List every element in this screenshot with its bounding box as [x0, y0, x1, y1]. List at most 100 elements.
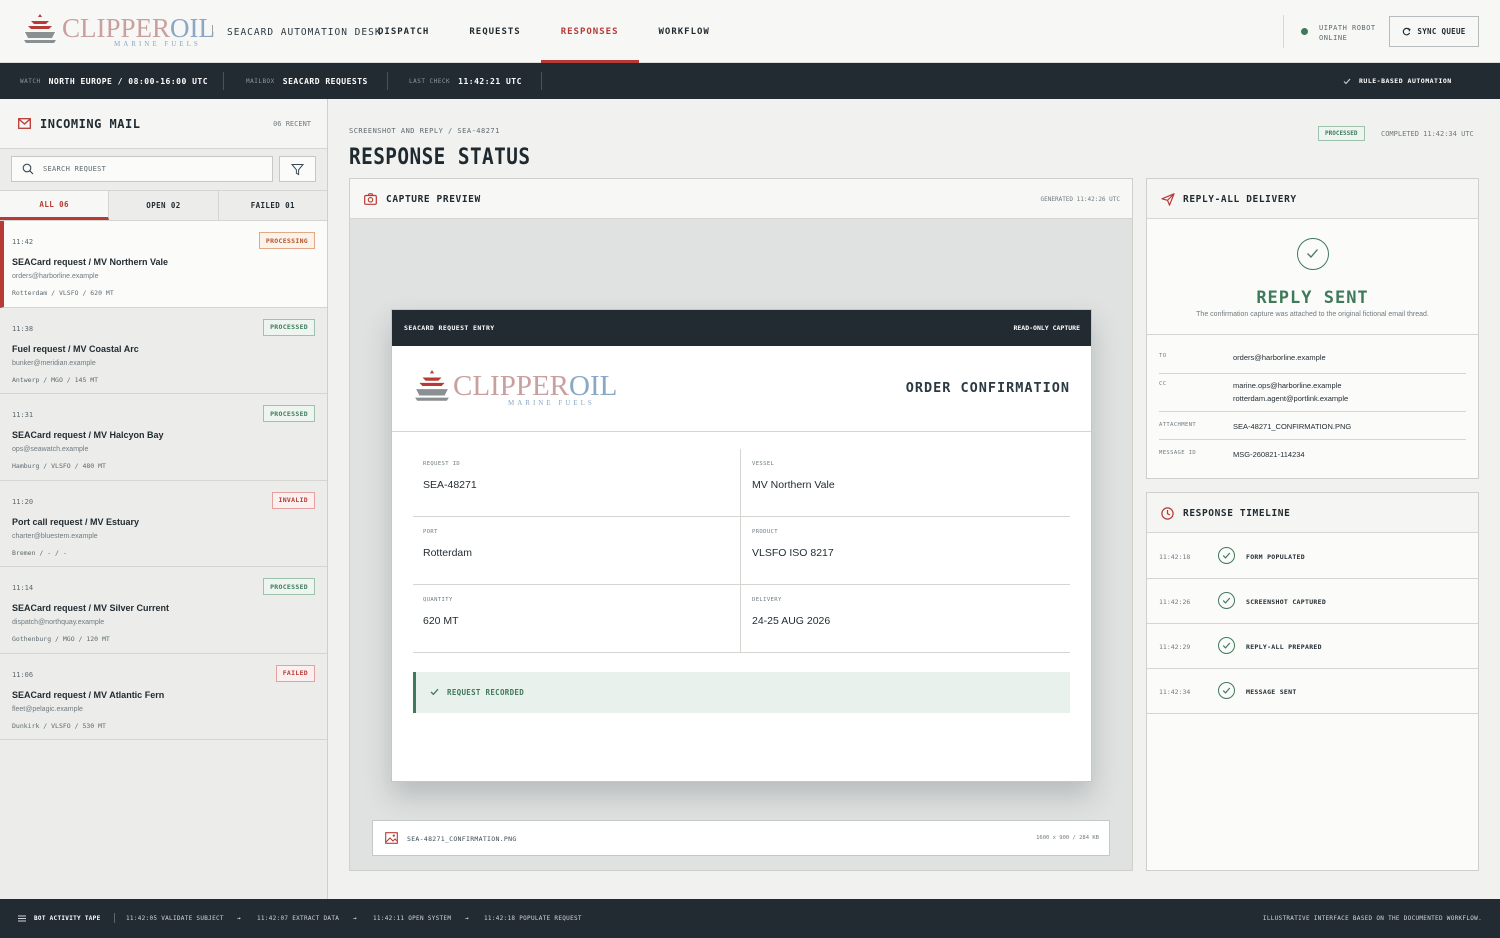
mail-subject: SEACard request / MV Halcyon Bay — [12, 430, 164, 440]
timeline-time: 11:42:29 — [1159, 643, 1191, 651]
nav-requests[interactable]: REQUESTS — [449, 0, 540, 63]
search-input[interactable]: SEARCH REQUEST — [11, 156, 273, 182]
mail-subject: SEACard request / MV Silver Current — [12, 603, 170, 613]
desk-title: SEACARD AUTOMATION DESK — [227, 27, 382, 38]
mailbox-key: MAILBOX — [246, 77, 275, 85]
send-icon — [1161, 193, 1175, 206]
capture-divider — [392, 431, 1091, 432]
timeline-time: 11:42:18 — [1159, 553, 1191, 561]
clipper-oil-logo[interactable]: CLIPPEROIL MARINE FUELS — [22, 12, 215, 50]
watch-segment: WATCH NORTH EUROPE / 08:00-16:00 UTC — [20, 63, 208, 99]
header-divider — [1283, 15, 1284, 48]
mail-time: 11:14 — [12, 584, 34, 592]
sent-check-icon — [1297, 238, 1329, 270]
detail-cc: CC marine.ops@harborline.example rotterda… — [1159, 381, 1466, 412]
mail-meta: Gothenburg / MGO / 120 MT — [12, 635, 110, 643]
cc-address: marine.ops@harborline.example — [1233, 381, 1342, 390]
reply-all-delivery-card: REPLY-ALL DELIVERY REPLY SENT The confir… — [1146, 178, 1479, 479]
mail-sender: ops@seawatch.example — [12, 446, 89, 453]
capture-preview-title: CAPTURE PREVIEW — [386, 194, 481, 205]
mail-item[interactable]: 11:38 PROCESSED Fuel request / MV Coasta… — [0, 308, 327, 394]
mail-icon — [18, 118, 31, 129]
field-delivery: DELIVERY 24-25 AUG 2026 — [742, 585, 1070, 652]
brand-subtitle: MARINE FUELS — [508, 399, 595, 407]
automation-mode-label: RULE-BASED AUTOMATION — [1359, 77, 1452, 85]
field-value: 620 MT — [423, 615, 459, 627]
mail-sender: dispatch@northquay.example — [12, 619, 105, 626]
brand-clipper-text: CLIPPER — [453, 370, 570, 402]
field-product: PRODUCT VLSFO ISO 8217 — [742, 517, 1070, 584]
bot-tape-label: BOT ACTIVITY TAPE — [34, 915, 101, 922]
field-label: REQUEST ID — [423, 461, 461, 467]
bot-step: 11:42:18 POPULATE REQUEST — [484, 915, 582, 922]
status-badge: FAILED — [275, 664, 315, 682]
tab-failed[interactable]: FAILED 01 — [218, 191, 327, 220]
mail-time: 11:38 — [12, 324, 34, 333]
file-meta: 1600 x 900 / 284 KB — [1036, 835, 1099, 841]
timeline-row: 11:42:18 FORM POPULATED — [1147, 534, 1478, 579]
detail-to: TO orders@harborline.example — [1159, 353, 1466, 374]
detail-message-id: MESSAGE ID MSG-260821-114234 — [1159, 450, 1466, 468]
file-name: SEA-48271_CONFIRMATION.PNG — [407, 835, 517, 843]
status-badge: PROCESSED — [263, 405, 315, 422]
timeline-time: 11:42:26 — [1159, 598, 1191, 606]
field-value: MV Northern Vale — [752, 479, 835, 491]
mail-subject: SEACard request / MV Northern Vale — [12, 257, 169, 267]
detail-value: orders@harborline.example — [1233, 353, 1326, 362]
nav-responses[interactable]: RESPONSES — [540, 0, 639, 63]
order-confirmation-title: ORDER CONFIRMATION — [905, 380, 1070, 396]
sync-queue-button[interactable]: SYNC QUEUE — [1389, 16, 1479, 47]
mail-sender: charter@bluestem.example — [12, 532, 98, 540]
mail-meta: Antwerp / MGO / 145 MT — [12, 375, 99, 384]
mail-subject: Fuel request / MV Coastal Arc — [12, 343, 139, 354]
attachment-file-row[interactable]: SEA-48271_CONFIRMATION.PNG 1600 x 900 / … — [372, 820, 1110, 856]
watch-value: NORTH EUROPE / 08:00-16:00 UTC — [48, 76, 209, 86]
search-icon — [22, 163, 34, 175]
delivery-title: REPLY-ALL DELIVERY — [1183, 194, 1297, 205]
nav-workflow[interactable]: WORKFLOW — [639, 0, 730, 63]
tab-open[interactable]: OPEN 02 — [109, 191, 219, 220]
cc-address: rotterdam.agent@portlink.example — [1233, 393, 1349, 403]
tab-all[interactable]: ALL 06 — [0, 191, 110, 220]
last-check-key: LAST CHECK — [409, 77, 451, 85]
mail-meta: Hamburg / VLSFO / 480 MT — [12, 462, 106, 470]
mail-item[interactable]: 11:31 PROCESSED SEACard request / MV Hal… — [0, 394, 327, 481]
delivery-divider — [1147, 334, 1478, 335]
mail-time: 11:06 — [12, 670, 34, 679]
brand-oil-text: OIL — [170, 13, 216, 43]
detail-label: MESSAGE ID — [1159, 450, 1197, 456]
captured-screenshot: SEACARD REQUEST ENTRY READ-ONLY CAPTURE … — [391, 309, 1092, 782]
mail-subject: SEACard request / MV Atlantic Fern — [12, 689, 165, 700]
page-title: RESPONSE STATUS — [349, 145, 531, 170]
generated-time: GENERATED 11:42:26 UTC — [1040, 196, 1120, 203]
inbox-header: INCOMING MAIL 06 RECENT — [0, 99, 327, 149]
mail-item[interactable]: 11:42 PROCESSING SEACard request / MV No… — [0, 221, 327, 308]
robot-status-line1: UIPATH ROBOT — [1319, 24, 1376, 32]
confirmation-fields: REQUEST ID SEA-48271 VESSEL MV Northern … — [413, 449, 1070, 653]
mail-item[interactable]: 11:14 PROCESSED SEACard request / MV Sil… — [0, 567, 327, 654]
capture-titlebar: SEACARD REQUEST ENTRY READ-ONLY CAPTURE — [392, 310, 1091, 346]
reply-sent-title: REPLY SENT — [1256, 288, 1369, 308]
field-vessel: VESSEL MV Northern Vale — [742, 449, 1070, 516]
check-circle-icon — [1218, 592, 1235, 609]
robot-status-line2: ONLINE — [1319, 34, 1348, 42]
automation-mode: RULE-BASED AUTOMATION — [1343, 63, 1452, 99]
bot-step: 11:42:11 OPEN SYSTEM — [373, 915, 452, 922]
filter-button[interactable] — [279, 156, 316, 182]
inbox-title: INCOMING MAIL — [40, 117, 141, 131]
mail-item[interactable]: 11:06 FAILED SEACard request / MV Atlant… — [0, 654, 327, 740]
strip-divider — [541, 72, 542, 90]
menu-icon — [18, 915, 26, 922]
check-circle-icon — [1218, 637, 1235, 654]
refresh-icon — [1403, 27, 1412, 36]
field-label: DELIVERY — [752, 597, 782, 603]
field-label: QUANTITY — [423, 597, 453, 603]
mail-sender: orders@harborline.example — [12, 273, 99, 280]
nav-dispatch[interactable]: DISPATCH — [378, 0, 449, 63]
mail-meta: Bremen / - / - — [12, 548, 67, 557]
search-placeholder: SEARCH REQUEST — [43, 165, 107, 173]
image-file-icon — [385, 832, 398, 844]
mail-item[interactable]: 11:20 INVALID Port call request / MV Est… — [0, 481, 327, 567]
detail-value[interactable]: SEA-48271_CONFIRMATION.PNG — [1233, 421, 1351, 434]
capture-preview-panel: CAPTURE PREVIEW GENERATED 11:42:26 UTC S… — [349, 178, 1133, 871]
